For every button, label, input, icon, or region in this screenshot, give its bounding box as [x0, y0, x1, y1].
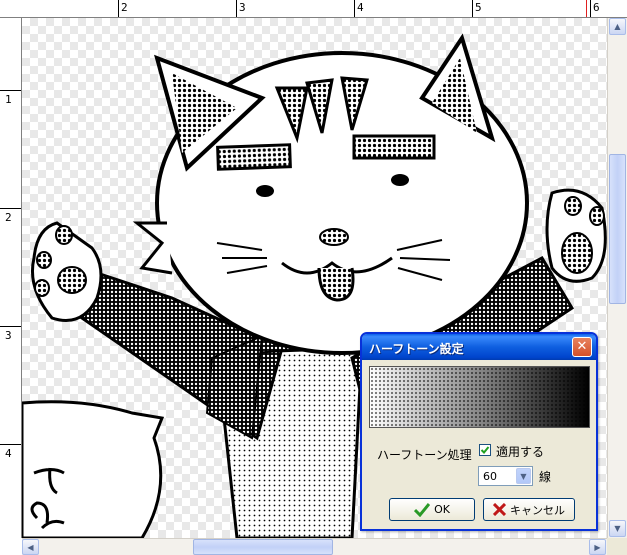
- ruler-label: 4: [5, 447, 12, 460]
- ruler-label: 3: [239, 1, 246, 14]
- ruler-label: 3: [5, 329, 12, 342]
- lines-per-inch-select[interactable]: 60 ▼: [478, 466, 533, 486]
- apply-checkbox[interactable]: [479, 444, 491, 456]
- halftone-settings-dialog: ハーフトーン設定 ✕ ハーフトーン処理 適用する 60 ▼ 線 OK キャンセル: [360, 332, 598, 531]
- x-icon: [493, 503, 506, 516]
- halftone-processing-label: ハーフトーン処理: [377, 448, 472, 462]
- dialog-titlebar[interactable]: ハーフトーン設定 ✕: [362, 334, 596, 360]
- lines-unit-label: 線: [539, 470, 552, 484]
- dialog-title: ハーフトーン設定: [369, 342, 464, 356]
- vertical-scrollbar[interactable]: ▲ ▼: [607, 18, 627, 538]
- ruler-label: 5: [475, 1, 482, 14]
- close-icon: ✕: [576, 339, 588, 354]
- horizontal-scroll-thumb[interactable]: [193, 539, 333, 555]
- vertical-scroll-thumb[interactable]: [609, 154, 626, 304]
- ruler-label: 2: [121, 1, 128, 14]
- vertical-ruler: 1 2 3 4: [0, 18, 22, 538]
- horizontal-ruler: 2 3 4 5 6: [0, 0, 627, 18]
- scroll-up-button[interactable]: ▲: [609, 18, 626, 35]
- apply-label[interactable]: 適用する: [496, 443, 544, 460]
- ruler-position-marker: [586, 0, 587, 17]
- scrollbar-corner: [607, 538, 627, 555]
- scroll-left-button[interactable]: ◀: [22, 539, 39, 555]
- ruler-label: 1: [5, 93, 12, 106]
- chevron-down-icon[interactable]: ▼: [516, 468, 531, 484]
- checkmark-icon: [480, 446, 490, 454]
- horizontal-scrollbar[interactable]: ◀ ▶: [22, 538, 607, 555]
- cancel-button[interactable]: キャンセル: [483, 498, 575, 521]
- ok-button[interactable]: OK: [389, 498, 475, 521]
- ok-label: OK: [434, 503, 450, 516]
- cancel-label: キャンセル: [510, 503, 565, 517]
- halftone-gradient-image: [370, 367, 589, 427]
- halftone-preview: [369, 366, 590, 428]
- scroll-right-button[interactable]: ▶: [589, 539, 606, 555]
- lines-per-inch-value: 60: [483, 470, 497, 483]
- ruler-label: 4: [357, 1, 364, 14]
- ruler-label: 6: [593, 1, 600, 14]
- close-button[interactable]: ✕: [572, 337, 592, 357]
- check-icon: [414, 502, 431, 517]
- ruler-label: 2: [5, 211, 12, 224]
- scroll-down-button[interactable]: ▼: [609, 520, 626, 537]
